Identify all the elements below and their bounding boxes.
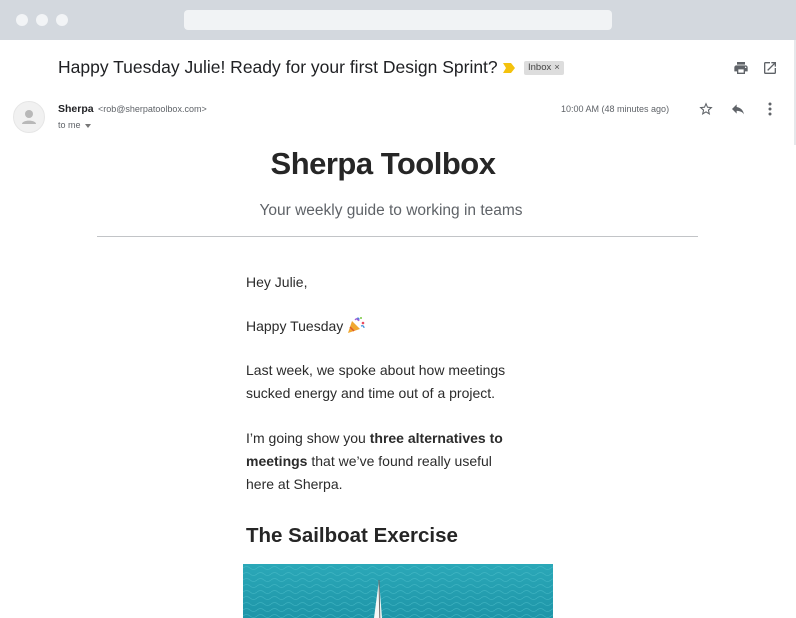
window-maximize-dot[interactable] [56,14,68,26]
address-bar[interactable] [184,10,612,30]
recipient-details-toggle[interactable]: to me [58,120,91,130]
sender-email: <rob@sherpatoolbox.com> [98,104,207,114]
email-subject: Happy Tuesday Julie! Ready for your firs… [58,57,498,77]
newsletter-subtitle: Your weekly guide to working in teams [259,202,523,219]
remove-label-button[interactable]: × [554,62,560,73]
email-timestamp: 10:00 AM (48 minutes ago) [561,104,670,114]
sender-name[interactable]: Sherpa [58,103,94,115]
paragraph-alternatives: I’m going show you three alternatives to… [246,427,503,496]
paragraph-line: sucked energy and time out of a project. [246,385,496,401]
reply-icon[interactable] [730,101,746,117]
browser-titlebar [0,0,796,40]
paragraph-line: here at Sherpa. [246,476,343,492]
chevron-down-icon [84,123,91,128]
sender-avatar[interactable] [13,101,45,133]
paragraph-text: that we’ve found really useful [307,453,492,469]
inbox-label-text: Inbox [528,62,552,73]
more-vertical-icon[interactable] [763,101,777,117]
header-divider [97,236,698,237]
paragraph-line: I’m going show you three alternatives to [246,427,503,450]
window-close-dot[interactable] [16,14,28,26]
newsletter-title: Sherpa Toolbox [270,146,496,181]
paragraph-text: I’m going show you [246,430,370,446]
greeting-text: Hey Julie, [246,274,308,290]
star-icon[interactable] [698,101,714,117]
paragraph-line: Last week, we spoke about how meetings [246,362,506,378]
open-in-new-window-icon[interactable] [762,60,778,76]
importance-marker-icon[interactable] [503,63,515,73]
happy-tuesday-text: Happy Tuesday [246,318,344,334]
section-heading: The Sailboat Exercise [246,524,458,547]
sailboat-hero-image [243,564,553,618]
party-popper-icon [348,317,365,333]
happy-tuesday-line: Happy Tuesday [246,315,366,338]
recipient-label: to me [58,120,81,130]
inbox-label-chip: Inbox × [524,61,564,75]
default-avatar-icon [22,110,36,124]
paragraph-line: meetings that we’ve found really useful [246,450,503,473]
emphasis-text: three alternatives to [369,430,503,446]
window-minimize-dot[interactable] [36,14,48,26]
emphasis-text: meetings [246,453,308,469]
print-icon[interactable] [733,60,749,76]
paragraph-meetings: Last week, we spoke about how meetings s… [246,359,505,405]
